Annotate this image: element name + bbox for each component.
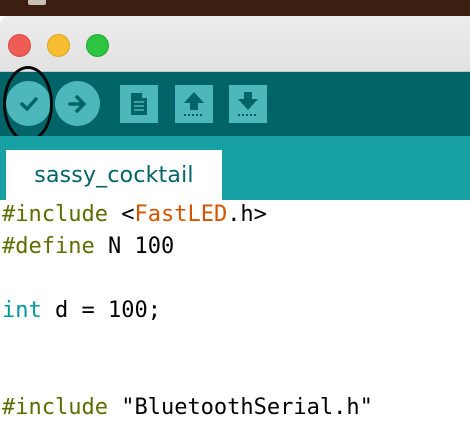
code-token-library: FastLED xyxy=(134,202,228,227)
tab-sketch[interactable]: sassy_cocktail xyxy=(6,150,222,200)
code-line-2: #define N 100 xyxy=(2,232,174,262)
code-line-4: int d = 100; xyxy=(2,296,161,326)
highlight-circle-annotation xyxy=(3,66,53,142)
zoom-window-button[interactable] xyxy=(86,34,109,57)
save-sketch-button[interactable] xyxy=(229,85,267,123)
window-titlebar[interactable] xyxy=(0,16,470,72)
code-token-text: .h> xyxy=(227,202,267,227)
code-token-directive: #include xyxy=(2,395,108,420)
code-token-text: d = 100; xyxy=(41,298,161,323)
close-window-button[interactable] xyxy=(8,34,31,57)
code-token-directive: #include xyxy=(2,202,108,227)
code-line-1: #include <FastLED.h> xyxy=(2,200,267,230)
document-icon xyxy=(131,93,147,115)
toolbar xyxy=(0,72,470,136)
new-sketch-button[interactable] xyxy=(120,85,158,123)
tab-strip: sassy_cocktail xyxy=(0,136,470,200)
upload-button[interactable] xyxy=(55,81,100,126)
code-token-type: int xyxy=(2,298,42,323)
desktop-background xyxy=(0,0,470,16)
arrow-down-icon xyxy=(238,92,258,116)
arrow-right-icon xyxy=(67,94,86,113)
desktop-partial-icon xyxy=(28,0,46,5)
code-token-text: N 100 xyxy=(94,234,175,259)
tab-label: sassy_cocktail xyxy=(34,162,194,188)
code-token-text: < xyxy=(107,202,135,227)
code-token-directive: #define xyxy=(2,234,95,259)
code-line-7: #include "BluetoothSerial.h" xyxy=(2,393,373,423)
minimize-window-button[interactable] xyxy=(47,34,70,57)
open-sketch-button[interactable] xyxy=(175,85,213,123)
code-token-text: "BluetoothSerial.h" xyxy=(107,395,373,420)
arrow-up-icon xyxy=(184,92,204,116)
code-editor[interactable]: #include <FastLED.h> #define N 100 int d… xyxy=(0,200,470,438)
